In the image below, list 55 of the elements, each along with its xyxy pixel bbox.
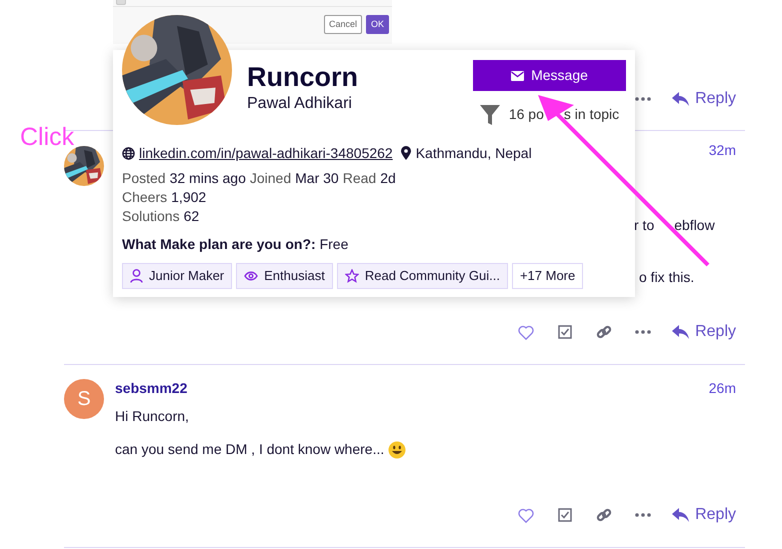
location-pin-icon xyxy=(400,146,411,160)
stat-value: Mar 30 xyxy=(295,169,339,188)
reply-icon xyxy=(672,324,690,340)
heart-icon[interactable] xyxy=(518,508,534,522)
post-time[interactable]: 26m xyxy=(708,378,736,398)
post-text: ebflow xyxy=(674,216,715,235)
mail-icon xyxy=(511,70,524,80)
reply-button[interactable]: Reply xyxy=(672,320,736,344)
more-icon[interactable] xyxy=(634,97,651,101)
username[interactable]: sebsmm22 xyxy=(115,378,188,398)
link-icon[interactable] xyxy=(596,507,612,523)
person-icon xyxy=(130,269,143,283)
eye-icon xyxy=(244,271,258,281)
post-text: Hi Runcorn, xyxy=(115,407,189,426)
cancel-button[interactable]: Cancel xyxy=(324,15,362,34)
reply-icon xyxy=(672,508,690,522)
stat-value: 1,902 xyxy=(171,188,206,207)
stat-label: Read xyxy=(342,169,376,188)
filter-icon[interactable] xyxy=(480,104,500,124)
annotation-label: Click xyxy=(20,122,74,152)
topic-posts-link[interactable]: 16 po xyxy=(508,104,544,125)
heart-icon[interactable] xyxy=(518,324,534,340)
badge[interactable]: Junior Maker xyxy=(122,263,232,289)
website-link[interactable]: linkedin.com/in/pawal-adhikari-34805262 xyxy=(139,142,393,164)
link-icon[interactable] xyxy=(596,324,612,340)
post-text: can you send me DM , I dont know where... xyxy=(115,440,384,459)
stat-label: Solutions xyxy=(122,207,180,226)
ok-button[interactable]: OK xyxy=(366,15,389,34)
message-button[interactable]: Message xyxy=(473,60,626,91)
full-name: Pawal Adhikari xyxy=(247,94,353,114)
stat-value: 32 mins ago xyxy=(170,169,246,188)
checkbox-icon[interactable] xyxy=(558,325,572,339)
user-name: Runcorn xyxy=(247,61,358,94)
post-text: r to xyxy=(634,216,654,235)
post-text: o fix this. xyxy=(639,268,694,287)
topic-posts-link[interactable]: s in topic xyxy=(544,104,620,125)
stat-label: Joined xyxy=(250,169,292,188)
checkbox-icon[interactable] xyxy=(558,508,572,522)
more-icon[interactable] xyxy=(634,330,651,334)
badge[interactable]: Enthusiast xyxy=(236,263,333,289)
badge[interactable]: Read Community Gui... xyxy=(336,263,508,289)
globe-icon xyxy=(122,146,135,160)
post-time[interactable]: 32m xyxy=(708,140,736,160)
stat-label: Cheers xyxy=(122,188,168,207)
more-badges-button[interactable]: +17 More xyxy=(512,263,584,289)
stat-value: 62 xyxy=(184,207,200,226)
reply-button[interactable]: Reply xyxy=(672,503,736,527)
reply-icon xyxy=(672,92,690,106)
location: Kathmandu, Nepal xyxy=(416,144,532,163)
stat-value: 2d xyxy=(380,169,396,188)
star-icon xyxy=(344,269,359,283)
stat-label: Posted xyxy=(122,169,166,188)
reply-button[interactable]: Reply xyxy=(672,87,736,111)
more-icon[interactable] xyxy=(634,513,651,517)
custom-field: What Make plan are you on?: Free xyxy=(122,234,626,255)
